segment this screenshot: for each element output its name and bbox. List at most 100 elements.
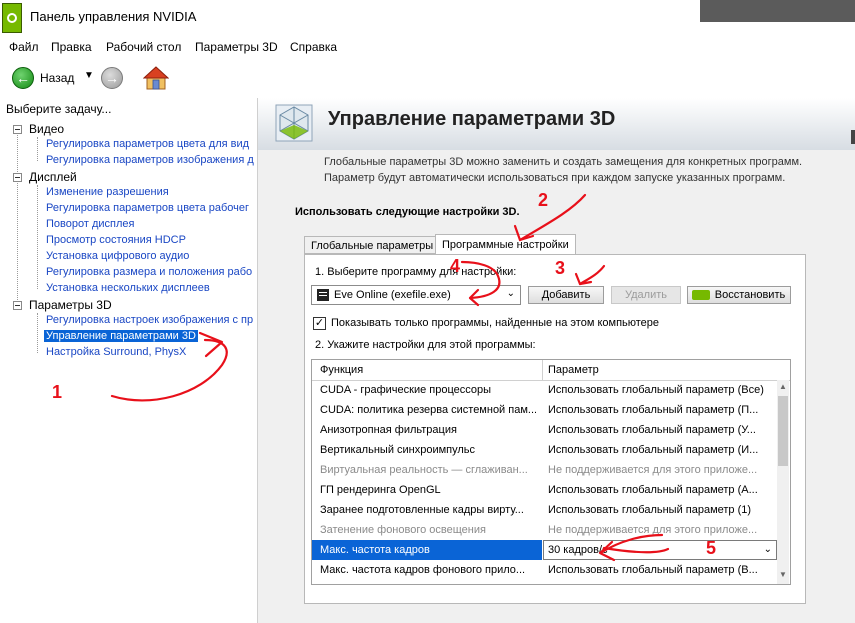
grid-scrollbar[interactable]: ▲ ▼ bbox=[777, 380, 789, 584]
nvidia-logo-icon bbox=[2, 3, 22, 33]
table-row[interactable]: Затенение фонового освещения Не поддержи… bbox=[312, 520, 777, 540]
tree-line bbox=[17, 135, 18, 308]
back-history-dropdown[interactable]: ▼ bbox=[84, 70, 94, 81]
sidebar-item-desktop-size[interactable]: Регулировка размера и положения рабо bbox=[46, 266, 252, 278]
row-function: Анизотропная фильтрация bbox=[320, 424, 457, 436]
show-found-programs-checkbox[interactable]: ✓ bbox=[313, 317, 326, 330]
row-function: Макс. частота кадров bbox=[320, 544, 430, 556]
annotation-number-5: 5 bbox=[706, 538, 717, 558]
back-arrow-icon[interactable]: ← bbox=[12, 67, 34, 89]
program-icon bbox=[317, 289, 329, 301]
tree-line bbox=[37, 137, 38, 161]
tab-program-settings[interactable]: Программные настройки bbox=[435, 234, 576, 255]
page-title: Управление параметрами 3D bbox=[328, 108, 616, 130]
sidebar-item-label: Управление параметрами 3D bbox=[44, 330, 198, 342]
sidebar-item-desktop-color[interactable]: Регулировка параметров цвета рабочег bbox=[46, 202, 249, 214]
table-row[interactable]: ГП рендеринга OpenGL Использовать глобал… bbox=[312, 480, 777, 500]
forward-arrow-icon[interactable]: → bbox=[101, 67, 123, 89]
table-row[interactable]: Анизотропная фильтрация Использовать гло… bbox=[312, 420, 777, 440]
sidebar-item-hdcp[interactable]: Просмотр состояния HDCP bbox=[46, 234, 186, 246]
back-button[interactable]: Назад bbox=[40, 71, 74, 85]
restore-button[interactable]: Восстановить bbox=[687, 286, 791, 304]
row-parameter: Не поддерживается для этого приложе... bbox=[548, 524, 758, 536]
row-parameter: Использовать глобальный параметр (В... bbox=[548, 564, 758, 576]
page-header: Управление параметрами 3D bbox=[258, 98, 855, 150]
settings-grid: Функция Параметр CUDA - графические проц… bbox=[311, 359, 791, 585]
category-display[interactable]: Дисплей bbox=[29, 170, 77, 184]
row-parameter: Не поддерживается для этого приложе... bbox=[548, 464, 758, 476]
collapse-3d-icon[interactable] bbox=[13, 301, 22, 310]
column-header-parameter[interactable]: Параметр bbox=[548, 364, 599, 376]
sidebar-item-video-image[interactable]: Регулировка параметров изображения д bbox=[46, 154, 254, 166]
scroll-down-icon[interactable]: ▼ bbox=[777, 570, 789, 579]
table-row[interactable]: Виртуальная реальность — сглаживан... Не… bbox=[312, 460, 777, 480]
menu-desktop[interactable]: Рабочий стол bbox=[106, 40, 181, 54]
annotation-number-3: 3 bbox=[555, 258, 566, 278]
background-window-strip bbox=[700, 0, 855, 22]
table-row[interactable]: CUDA - графические процессоры Использова… bbox=[312, 380, 777, 400]
row-parameter: Использовать глобальный параметр (Все) bbox=[548, 384, 764, 396]
program-select[interactable]: Eve Online (exefile.exe) ⌄ bbox=[311, 285, 521, 305]
row-function: ГП рендеринга OpenGL bbox=[320, 484, 441, 496]
row-function: CUDA: политика резерва системной пам... bbox=[320, 404, 536, 416]
annotation-number-1: 1 bbox=[52, 382, 63, 402]
row-function: Виртуальная реальность — сглаживан... bbox=[320, 464, 528, 476]
sidebar-item-surround-physx[interactable]: Настройка Surround, PhysX bbox=[46, 346, 186, 358]
annotation-number-2: 2 bbox=[538, 190, 549, 210]
chevron-down-icon: ⌄ bbox=[506, 288, 515, 299]
step1-label: 1. Выберите программу для настройки: bbox=[315, 266, 517, 278]
table-row[interactable]: CUDA: политика резерва системной пам... … bbox=[312, 400, 777, 420]
max-frame-rate-select[interactable]: 30 кадров/с ⌄ bbox=[543, 540, 777, 560]
row-parameter: Использовать глобальный параметр (И... bbox=[548, 444, 759, 456]
row-function: Затенение фонового освещения bbox=[320, 524, 486, 536]
tree-line bbox=[37, 185, 38, 289]
restore-button-label: Восстановить bbox=[714, 289, 786, 301]
scroll-thumb[interactable] bbox=[778, 396, 788, 466]
sidebar-item-digital-audio[interactable]: Установка цифрового аудио bbox=[46, 250, 189, 262]
remove-button[interactable]: Удалить bbox=[611, 286, 681, 304]
window-title: Панель управления NVIDIA bbox=[30, 9, 197, 24]
row-function: CUDA - графические процессоры bbox=[320, 384, 492, 396]
collapse-display-icon[interactable] bbox=[13, 173, 22, 182]
scroll-up-icon[interactable]: ▲ bbox=[777, 382, 789, 391]
home-icon[interactable] bbox=[143, 65, 169, 91]
sidebar-item-multiple-displays[interactable]: Установка нескольких дисплеев bbox=[46, 282, 210, 294]
step2-label: 2. Укажите настройки для этой программы: bbox=[315, 339, 536, 351]
grid-header: Функция Параметр bbox=[312, 360, 790, 381]
sidebar-item-video-color[interactable]: Регулировка параметров цвета для вид bbox=[46, 138, 249, 150]
sidebar-item-rotate-display[interactable]: Поворот дисплея bbox=[46, 218, 134, 230]
menu-help[interactable]: Справка bbox=[290, 40, 337, 54]
main-content: Глобальные параметры 3D можно заменить и… bbox=[258, 150, 855, 623]
row-function: Заранее подготовленные кадры вирту... bbox=[320, 504, 524, 516]
row-parameter: Использовать глобальный параметр (У... bbox=[548, 424, 756, 436]
row-function: Вертикальный синхроимпульс bbox=[320, 444, 476, 456]
tree-line bbox=[37, 313, 38, 353]
3d-settings-cube-icon bbox=[275, 104, 313, 142]
category-3d-settings[interactable]: Параметры 3D bbox=[29, 298, 112, 312]
table-row[interactable]: Вертикальный синхроимпульс Использовать … bbox=[312, 440, 777, 460]
page-description: Глобальные параметры 3D можно заменить и… bbox=[324, 156, 803, 184]
collapse-video-icon[interactable] bbox=[13, 125, 22, 134]
window-edge bbox=[851, 130, 855, 144]
table-row[interactable]: Макс. частота кадров фонового прило... И… bbox=[312, 560, 777, 580]
toolbar: ← Назад ▼ → bbox=[0, 58, 855, 99]
sidebar-item-manage-3d[interactable]: Управление параметрами 3D bbox=[44, 330, 198, 342]
category-video[interactable]: Видео bbox=[29, 122, 64, 136]
row-function: Макс. частота кадров фонового прило... bbox=[320, 564, 526, 576]
sidebar-item-image-preview[interactable]: Регулировка настроек изображения с пр bbox=[46, 314, 253, 326]
settings-section-title: Использовать следующие настройки 3D. bbox=[295, 206, 520, 218]
task-tree-panel: Выберите задачу... Видео Регулировка пар… bbox=[0, 98, 258, 623]
title-bar: Панель управления NVIDIA bbox=[0, 0, 855, 36]
menu-edit[interactable]: Правка bbox=[51, 40, 92, 54]
task-tree-header: Выберите задачу... bbox=[6, 102, 112, 116]
column-header-function[interactable]: Функция bbox=[320, 364, 363, 376]
max-frame-rate-value: 30 кадров/с bbox=[548, 544, 608, 556]
menu-3d-settings[interactable]: Параметры 3D bbox=[195, 40, 278, 54]
row-parameter: Использовать глобальный параметр (П... bbox=[548, 404, 759, 416]
row-parameter: Использовать глобальный параметр (А... bbox=[548, 484, 758, 496]
add-button[interactable]: Добавить bbox=[528, 286, 604, 304]
tab-global-settings[interactable]: Глобальные параметры bbox=[304, 236, 441, 254]
sidebar-item-resolution[interactable]: Изменение разрешения bbox=[46, 186, 169, 198]
menu-file[interactable]: Файл bbox=[9, 40, 39, 54]
table-row[interactable]: Заранее подготовленные кадры вирту... Ис… bbox=[312, 500, 777, 520]
